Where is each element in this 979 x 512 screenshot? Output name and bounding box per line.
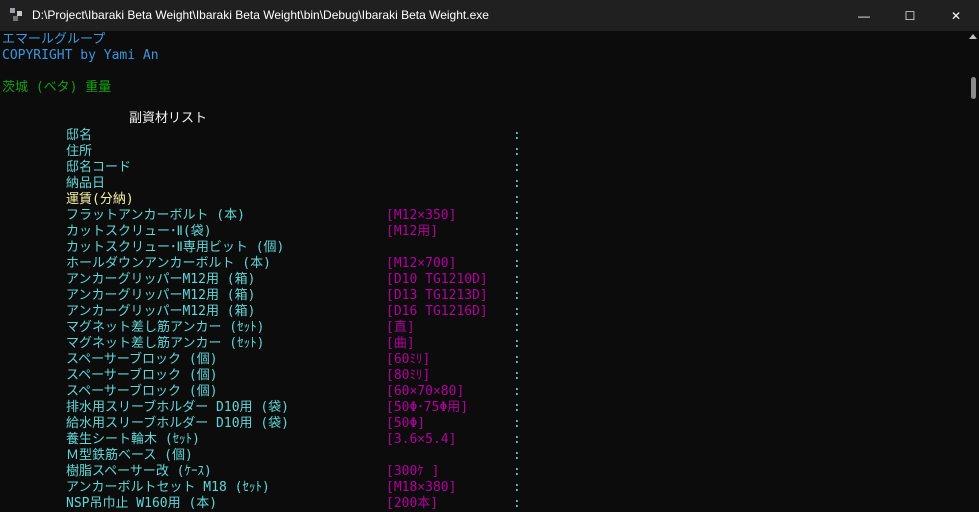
item-spec: [80ﾐﾘ]: [386, 368, 431, 383]
scrollbar-thumb[interactable]: [971, 77, 976, 99]
app-icon: [10, 8, 24, 22]
item-name: マグネット差し筋アンカー (ｾｯﾄ): [66, 320, 265, 335]
field-colon: :: [513, 144, 521, 159]
item-name: アンカーグリッパーM12用 (箱): [66, 272, 256, 287]
item-name: マグネット差し筋アンカー (ｾｯﾄ): [66, 336, 265, 351]
item-spec: [M12×350]: [386, 208, 457, 223]
item-name: ホールダウンアンカーボルト (本): [66, 256, 271, 271]
field-label-delivery-date: 納品日: [66, 176, 106, 191]
item-colon: :: [513, 416, 521, 431]
item-spec: [D10 TG1210D]: [386, 272, 488, 287]
item-colon: :: [513, 256, 521, 271]
item-name: スペーサーブロック (個): [66, 352, 218, 367]
console-output[interactable]: エマールグループ COPYRIGHT by Yami An 茨城 (ベタ) 重量…: [0, 31, 966, 512]
program-title: 茨城 (ベタ) 重量: [2, 80, 112, 95]
close-icon: ✕: [950, 8, 962, 23]
item-name: Ｍ型鉄筋ベース (個): [66, 448, 193, 463]
item-colon: :: [513, 272, 521, 287]
item-name: アンカーグリッパーM12用 (箱): [66, 288, 256, 303]
title-bar[interactable]: D:\Project\Ibaraki Beta Weight\Ibaraki B…: [0, 0, 979, 31]
field-colon: :: [513, 192, 521, 207]
copyright-line: COPYRIGHT by Yami An: [2, 48, 159, 63]
item-colon: :: [513, 208, 521, 223]
item-spec: [3.6×5.4]: [386, 432, 457, 447]
item-spec: [M12用]: [386, 224, 439, 239]
item-spec: [D13 TG1213D]: [386, 288, 488, 303]
console-window: D:\Project\Ibaraki Beta Weight\Ibaraki B…: [0, 0, 979, 512]
field-colon: :: [513, 160, 521, 175]
window-title: D:\Project\Ibaraki Beta Weight\Ibaraki B…: [32, 8, 489, 22]
field-colon: :: [513, 128, 521, 143]
item-colon: :: [513, 224, 521, 239]
item-name: 養生シート輪木 (ｾｯﾄ): [66, 432, 200, 447]
item-colon: :: [513, 240, 521, 255]
minimize-icon: —: [858, 8, 870, 23]
company-name: エマールグループ: [2, 32, 106, 47]
item-colon: :: [513, 320, 521, 335]
maximize-button[interactable]: ☐: [887, 0, 933, 31]
item-name: スペーサーブロック (個): [66, 368, 218, 383]
field-colon: :: [513, 176, 521, 191]
item-colon: :: [513, 384, 521, 399]
item-colon: :: [513, 432, 521, 447]
maximize-icon: ☐: [904, 8, 916, 23]
item-colon: :: [513, 496, 521, 511]
item-name: カットスクリュー･Ⅱ(袋): [66, 224, 212, 239]
item-name: アンカーグリッパーM12用 (箱): [66, 304, 256, 319]
item-spec: [M12×700]: [386, 256, 457, 271]
item-spec: [60×70×80]: [386, 384, 465, 399]
item-name: 給水用スリーブホルダー D10用 (袋): [66, 416, 290, 431]
item-spec: [300ｹ ]: [386, 464, 440, 479]
item-name: スペーサーブロック (個): [66, 384, 218, 399]
item-colon: :: [513, 400, 521, 415]
item-colon: :: [513, 304, 521, 319]
item-name: フラットアンカーボルト (本): [66, 208, 245, 223]
item-colon: :: [513, 448, 521, 463]
item-name: NSP吊巾止 W160用 (本): [66, 496, 218, 511]
item-name: 樹脂スペーサー改 (ｹｰｽ): [66, 464, 212, 479]
item-name: 排水用スリーブホルダー D10用 (袋): [66, 400, 290, 415]
section-title: 副資材リスト: [129, 111, 208, 126]
item-spec: [60ﾐﾘ]: [386, 352, 431, 367]
item-spec: [M18×380]: [386, 480, 457, 495]
item-name: カットスクリュー･Ⅱ専用ビット (個): [66, 240, 285, 255]
item-colon: :: [513, 480, 521, 495]
item-colon: :: [513, 368, 521, 383]
close-button[interactable]: ✕: [933, 0, 979, 31]
field-label-address: 住所: [66, 144, 93, 159]
field-label-name: 邸名: [66, 128, 93, 143]
item-name: アンカーボルトセット M18 (ｾｯﾄ): [66, 480, 270, 495]
item-colon: :: [513, 352, 521, 367]
item-spec: [曲]: [386, 336, 415, 351]
item-spec: [直]: [386, 320, 415, 335]
item-colon: :: [513, 464, 521, 479]
item-spec: [50Φ･75Φ用]: [386, 400, 469, 415]
item-spec: [200本]: [386, 496, 439, 511]
item-spec: [50Φ]: [386, 416, 426, 431]
minimize-button[interactable]: —: [841, 0, 887, 31]
vertical-scrollbar[interactable]: [966, 31, 979, 512]
item-colon: :: [513, 288, 521, 303]
field-label-freight: 運賃(分納): [66, 192, 134, 207]
item-spec: [D16 TG1216D]: [386, 304, 488, 319]
field-label-code: 邸名コード: [66, 160, 132, 175]
scroll-up-icon[interactable]: [969, 34, 977, 39]
item-colon: :: [513, 336, 521, 351]
